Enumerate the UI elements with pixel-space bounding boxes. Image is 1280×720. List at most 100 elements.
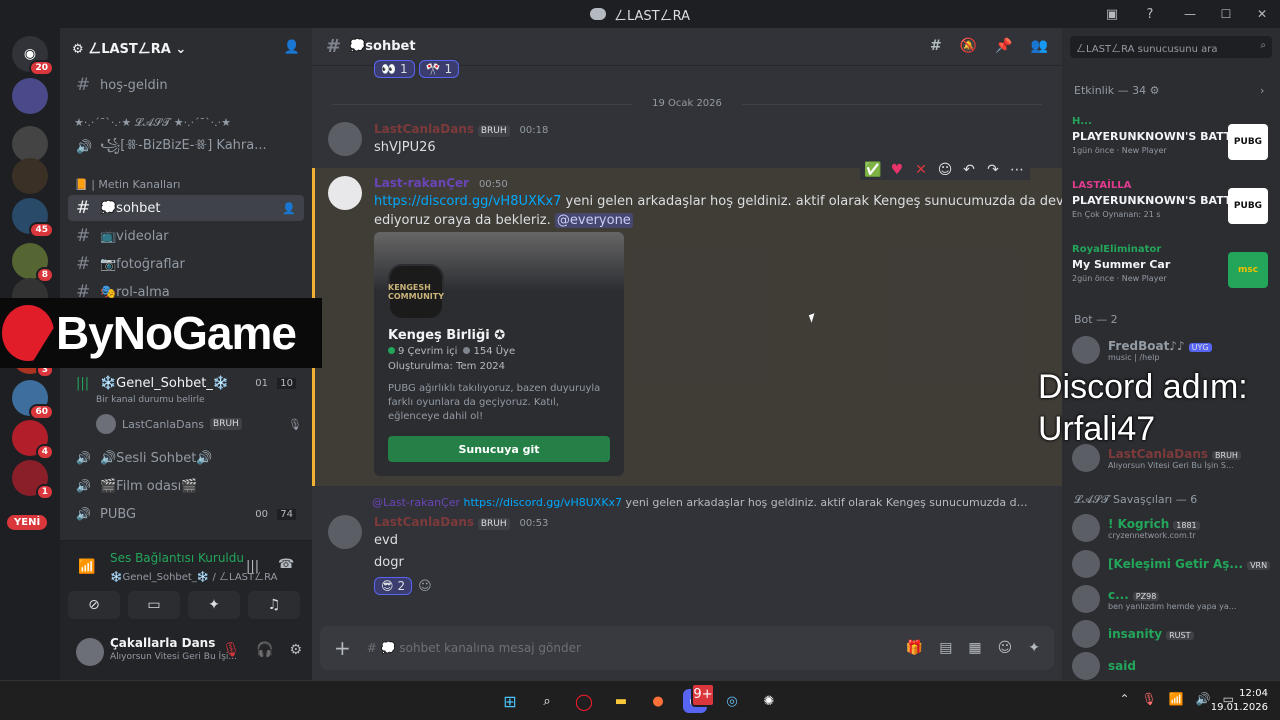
member-item[interactable]: FredBoat♪♪ UYG music | /help [1072, 336, 1272, 364]
member-item[interactable]: ! Kogrich 1881 cryzennetwork.com.tr [1072, 514, 1272, 542]
everyone-mention[interactable]: @everyone [554, 213, 633, 228]
channel-hos-geldin[interactable]: # hoş-geldin [68, 72, 304, 98]
mute-icon[interactable]: 🎙 [222, 642, 240, 658]
sticker-icon[interactable]: ▦ [968, 640, 981, 656]
gif-icon[interactable]: ▤ [939, 640, 952, 656]
author-name[interactable]: Last-rakanÇer [374, 176, 469, 190]
category-fancy[interactable]: ★·.·´¯`·.·★ 𝓛𝓐𝓢𝓣 ★·.·´¯`·.·★ [74, 116, 231, 130]
windows-start-icon[interactable]: ⊞ [498, 689, 522, 713]
voice-channel-sesli-sohbet[interactable]: 🔊 🔊Sesli Sohbet🔊 [68, 445, 304, 471]
threads-icon[interactable]: # [930, 38, 942, 54]
server-icon[interactable] [12, 158, 48, 194]
channel-sohbet[interactable]: # 💭sohbet 👤 [68, 195, 304, 221]
category-metin[interactable]: 📙 | Metin Kanalları [74, 178, 180, 191]
user-name[interactable]: Çakallarla Dans [110, 636, 215, 650]
server-icon[interactable]: 4 [12, 420, 54, 460]
reply-icon[interactable]: ↶ [960, 162, 978, 178]
soundboard-icon[interactable]: ♫ [248, 591, 300, 619]
author-name[interactable]: LastCanlaDans [374, 515, 474, 529]
settings-gear-icon[interactable]: ⚙ [289, 642, 302, 658]
minimize-button[interactable]: — [1172, 7, 1208, 21]
activities-icon[interactable]: ✦ [188, 591, 240, 619]
voice-status[interactable]: Bir kanal durumu belirle [96, 395, 205, 405]
clock[interactable]: 12:04 19.01.2026 [1211, 687, 1268, 715]
server-search-input[interactable]: ㄥLASTㄥRA sunucusunu ara ⌕ [1070, 36, 1272, 58]
file-explorer-icon[interactable]: ▬ [609, 689, 633, 713]
chatgpt-icon[interactable]: ✺ [757, 689, 781, 713]
avatar[interactable] [328, 122, 362, 156]
discord-taskbar-icon[interactable]: ◉9+ [683, 683, 715, 713]
member-item[interactable]: [Keleşimi Getir Aş... VRN [1072, 550, 1272, 578]
avatar[interactable] [328, 515, 362, 549]
activity-card[interactable]: RoyalEliminator My Summer Car 2gün önce … [1072, 244, 1268, 298]
check-react-icon[interactable]: ✅ [864, 162, 882, 178]
composer-placeholder[interactable]: # 💭 sohbet kanalına mesaj gönder [367, 641, 581, 655]
x-react-icon[interactable]: ✕ [912, 162, 930, 178]
author-name[interactable]: LastCanlaDans [374, 122, 474, 136]
invite-icon[interactable]: 👤 [282, 202, 296, 215]
message-composer[interactable]: + # 💭 sohbet kanalına mesaj gönder 🎁 ▤ ▦… [320, 626, 1054, 670]
headphones-icon[interactable]: 🎧 [256, 642, 273, 658]
user-avatar[interactable] [76, 638, 104, 666]
server-icon[interactable]: 60 [12, 380, 54, 420]
activity-card[interactable]: H... PLAYERUNKNOWN'S BATT... 1gün önce ·… [1072, 116, 1268, 170]
voice-channel-pubg[interactable]: 🔊 PUBG 00 74 [68, 501, 304, 527]
opera-icon[interactable]: ◯ [572, 689, 596, 713]
server-icon[interactable]: 8 [12, 243, 54, 283]
voice-channel-fancy[interactable]: 🔊 ꧁[ꗥ-BizBizE-ꗥ] Kahra... [68, 134, 304, 160]
more-icon[interactable]: ⋯ [1008, 162, 1026, 178]
search-icon[interactable]: ⌕ [535, 689, 559, 713]
voice-member[interactable]: LastCanlaDans BRUH 🎙 [96, 414, 302, 434]
reaction-chip[interactable]: 👀 1 [374, 60, 415, 78]
server-icon[interactable] [12, 126, 48, 162]
direct-messages-button[interactable]: ◉ 20 [12, 36, 54, 76]
reaction-chip[interactable]: 😎 2 [374, 577, 413, 595]
pinned-icon[interactable]: 📌 [995, 38, 1012, 54]
server-icon[interactable]: 45 [12, 198, 54, 238]
chevron-up-icon[interactable]: ⌃ [1119, 692, 1129, 706]
close-button[interactable]: ✕ [1244, 7, 1280, 21]
disconnect-icon[interactable]: ☎ [278, 557, 294, 572]
wifi-icon[interactable]: 📶 [1169, 692, 1184, 706]
noise-suppression-icon[interactable]: ||| [246, 559, 259, 574]
firefox-icon[interactable]: ● [646, 689, 670, 713]
add-reaction-icon[interactable]: ☺ [418, 579, 432, 594]
channel-fotograflar[interactable]: # 📷fotoğraflar [68, 251, 304, 277]
activity-header[interactable]: Etkinlik — 34 ⚙ › [1074, 84, 1264, 97]
invite-link[interactable]: https://discord.gg/vH8UXKx7 [374, 194, 561, 209]
plus-icon[interactable]: + [334, 636, 351, 660]
server-icon[interactable] [12, 78, 48, 114]
add-member-icon[interactable]: 👤 [284, 40, 300, 55]
reply-author[interactable]: @Last-rakanÇer [372, 496, 460, 509]
avatar[interactable] [328, 176, 362, 210]
member-item[interactable]: said [1072, 652, 1272, 680]
forward-icon[interactable]: ↷ [984, 162, 1002, 178]
reaction-chip[interactable]: 🎌 1 [418, 60, 460, 78]
voice-connected-title[interactable]: Ses Bağlantısı Kuruldu [110, 551, 244, 565]
screen-share-icon[interactable]: ▭ [128, 591, 180, 619]
new-unread-pill[interactable]: YENİ [7, 515, 48, 530]
add-reaction-icon[interactable]: ☺ [936, 162, 954, 178]
steam-icon[interactable]: ◎ [720, 689, 744, 713]
heart-react-icon[interactable]: ♥ [888, 162, 906, 178]
reply-link[interactable]: https://discord.gg/vH8UXKx7 [464, 496, 623, 509]
member-list-icon[interactable]: 👥 [1031, 38, 1048, 54]
apps-icon[interactable]: ✦ [1028, 640, 1040, 656]
member-item[interactable]: insanity RUST [1072, 620, 1272, 648]
reply-preview[interactable]: @Last-rakanÇer https://discord.gg/vH8UXK… [372, 496, 1032, 509]
activity-card[interactable]: LASTAİLLA PLAYERUNKNOWN'S BATT... En Çok… [1072, 180, 1268, 234]
inbox-icon[interactable]: ▣ [1102, 4, 1122, 24]
maximize-button[interactable]: ☐ [1208, 7, 1244, 21]
gift-icon[interactable]: 🎁 [906, 640, 923, 656]
emoji-icon[interactable]: ☺ [998, 640, 1013, 656]
member-item[interactable]: c... PZ98 ben yanlızdım hemde yapa ya... [1072, 585, 1272, 613]
camera-off-icon[interactable]: ⊘ [68, 591, 120, 619]
voice-channel-genel-sohbet[interactable]: ||| ❄️Genel_Sohbet_❄️ 01 10 [68, 370, 304, 396]
microphone-icon[interactable]: 🎙 [1142, 692, 1157, 706]
notifications-icon[interactable]: 🔕 [960, 38, 977, 54]
server-icon[interactable]: 1 [12, 460, 54, 500]
volume-icon[interactable]: 🔊 [1196, 692, 1211, 706]
channel-videolar[interactable]: # 📺videolar [68, 223, 304, 249]
join-server-button[interactable]: Sunucuya git [388, 436, 610, 462]
guild-header[interactable]: ⚙ ㄥLASTㄥRA ⌄ 👤 [60, 28, 312, 66]
